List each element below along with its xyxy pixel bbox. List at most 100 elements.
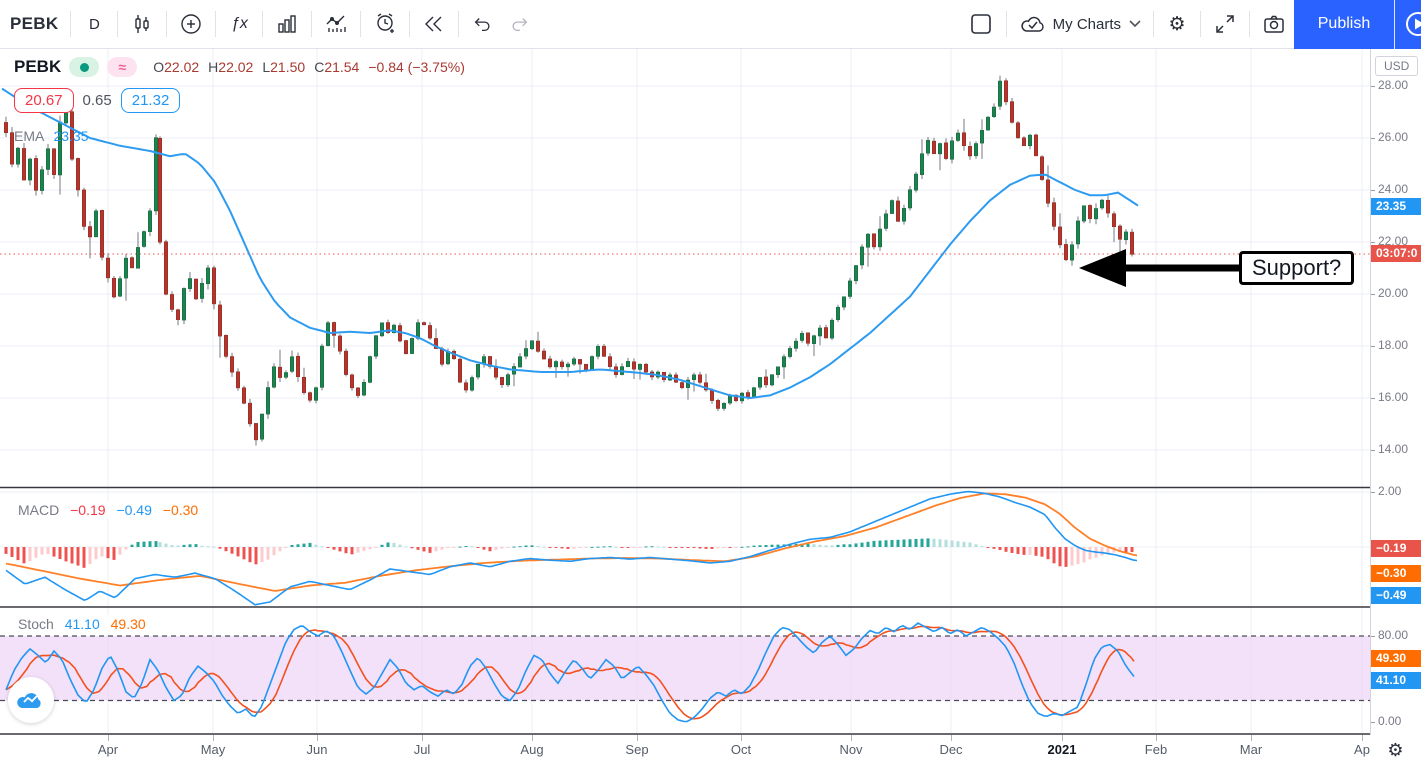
support-annotation[interactable]: Support? — [1239, 251, 1354, 285]
stoch-legend[interactable]: Stoch 41.10 49.30 — [14, 615, 157, 633]
broker-logo[interactable] — [8, 677, 54, 723]
forecast-button[interactable] — [316, 5, 356, 43]
time-axis-label: Dec — [939, 742, 962, 757]
alert-button[interactable] — [365, 5, 405, 43]
axis-price-badge: −0.30 — [1371, 565, 1421, 582]
cloud-check-icon — [1019, 13, 1047, 35]
main-legend: PEBK ≈ O22.02 H22.02 L21.50 C21.54 −0.84… — [14, 57, 465, 77]
trading-chart-app: PEBK D ƒx — [0, 0, 1421, 765]
axis-corner: ⚙ — [1370, 735, 1421, 765]
toolbar-separator — [117, 11, 118, 37]
legend-symbol[interactable]: PEBK — [14, 57, 61, 77]
open-label: O — [153, 59, 164, 75]
time-axis-label: 2021 — [1048, 742, 1077, 757]
high-label: H — [208, 59, 218, 75]
toolbar-separator — [1006, 11, 1007, 37]
toolbar-separator — [458, 11, 459, 37]
chart-canvas[interactable] — [0, 49, 1421, 735]
undo-button[interactable] — [463, 5, 501, 43]
symbol-button[interactable]: PEBK — [0, 5, 66, 43]
chevron-down-icon — [1129, 20, 1141, 28]
toolbar-separator — [1200, 11, 1201, 37]
compare-button[interactable] — [171, 5, 211, 43]
chart-root: PEBK ≈ O22.02 H22.02 L21.50 C21.54 −0.84… — [0, 49, 1421, 765]
time-axis-label: Mar — [1240, 742, 1262, 757]
axis-tick-label: 18.00 — [1378, 338, 1408, 352]
play-circle-icon — [1395, 9, 1421, 39]
macd-legend[interactable]: MACD −0.19 −0.49 −0.30 — [14, 501, 209, 519]
open-value: 22.02 — [164, 59, 199, 75]
axis-price-badge: 03:07:0 — [1371, 245, 1421, 262]
low-label: L — [262, 59, 270, 75]
time-axis-label: Sep — [625, 742, 648, 757]
axis-tick-label: 24.00 — [1378, 182, 1408, 196]
candlestick-icon — [130, 12, 154, 36]
ohlc-values: O22.02 H22.02 L21.50 C21.54 −0.84 (−3.75… — [153, 59, 465, 75]
visibility-toggle[interactable] — [69, 57, 99, 77]
ema-legend[interactable]: EMA 23.35 — [14, 128, 89, 144]
axis-tick-label: 2.00 — [1378, 484, 1401, 498]
ema-label: EMA — [14, 128, 44, 144]
stoch-label: Stoch — [18, 616, 54, 632]
top-toolbar: PEBK D ƒx — [0, 0, 1421, 49]
redo-button[interactable] — [501, 5, 539, 43]
stoch-d-value: 49.30 — [111, 616, 146, 632]
low-value: 21.50 — [270, 59, 305, 75]
forecast-line-icon — [324, 12, 348, 36]
fundamentals-button[interactable] — [267, 5, 307, 43]
approx-icon: ≈ — [118, 59, 126, 75]
replay-button[interactable] — [414, 5, 454, 43]
axis-tick-label: 80.00 — [1378, 628, 1408, 642]
stoch-k-value: 41.10 — [65, 616, 100, 632]
axis-settings-gear-icon[interactable]: ⚙ — [1387, 741, 1403, 759]
layout-button[interactable] — [960, 5, 1002, 43]
settings-button[interactable]: ⚙ — [1158, 5, 1196, 43]
layout-square-icon — [968, 11, 994, 37]
price-axis[interactable]: USD 28.00 26.00 24.00 22.00 20.00 18.00 … — [1370, 49, 1421, 735]
axis-price-badge: −0.19 — [1371, 540, 1421, 557]
toolbar-separator — [1249, 11, 1250, 37]
currency-chip[interactable]: USD — [1375, 56, 1418, 76]
camera-icon — [1262, 12, 1286, 36]
high-value: 22.02 — [218, 59, 253, 75]
my-charts-button[interactable]: My Charts — [1011, 5, 1149, 43]
similar-symbols-toggle[interactable]: ≈ — [107, 57, 137, 77]
toolbar-separator — [311, 11, 312, 37]
axis-price-badge: 41.10 — [1371, 672, 1421, 689]
snapshot-button[interactable] — [1254, 5, 1294, 43]
publish-idea-video-button[interactable] — [1394, 0, 1421, 49]
alarm-clock-plus-icon — [373, 12, 397, 36]
macd-label: MACD — [18, 502, 59, 518]
ema-value: 23.35 — [53, 128, 88, 144]
axis-price-badge: 49.30 — [1371, 650, 1421, 667]
axis-tick-label: 26.00 — [1378, 130, 1408, 144]
price-tag-row: 20.67 0.65 21.32 — [14, 88, 180, 113]
macd-signal-value: −0.30 — [163, 502, 198, 518]
green-dot-icon — [80, 63, 89, 72]
toolbar-separator — [262, 11, 263, 37]
axis-price-badge: 23.35 — [1371, 198, 1421, 215]
bar-chart-icon — [275, 12, 299, 36]
fullscreen-button[interactable] — [1205, 5, 1245, 43]
time-axis-label: Apr — [98, 742, 118, 757]
toolbar-separator — [409, 11, 410, 37]
toolbar-separator — [360, 11, 361, 37]
cloud-chart-logo-icon — [16, 688, 46, 712]
publish-button[interactable]: Publish — [1294, 0, 1394, 49]
high-price-tag: 21.32 — [121, 88, 181, 113]
fx-icon: ƒx — [231, 15, 248, 33]
chart-style-button[interactable] — [122, 5, 162, 43]
fullscreen-icon — [1213, 12, 1237, 36]
time-axis[interactable]: Apr May Jun Jul Aug Sep Oct Nov Dec 2021… — [0, 735, 1370, 765]
axis-tick-label: 14.00 — [1378, 442, 1408, 456]
interval-button[interactable]: D — [75, 5, 113, 43]
toolbar-separator — [70, 11, 71, 37]
toolbar-separator — [166, 11, 167, 37]
axis-tick-label: 0.00 — [1378, 714, 1401, 728]
indicators-button[interactable]: ƒx — [220, 5, 258, 43]
axis-price-badge: −0.49 — [1371, 587, 1421, 604]
rewind-icon — [422, 12, 446, 36]
my-charts-label: My Charts — [1053, 16, 1121, 33]
time-axis-label: Feb — [1145, 742, 1167, 757]
gear-icon: ⚙ — [1168, 15, 1185, 34]
